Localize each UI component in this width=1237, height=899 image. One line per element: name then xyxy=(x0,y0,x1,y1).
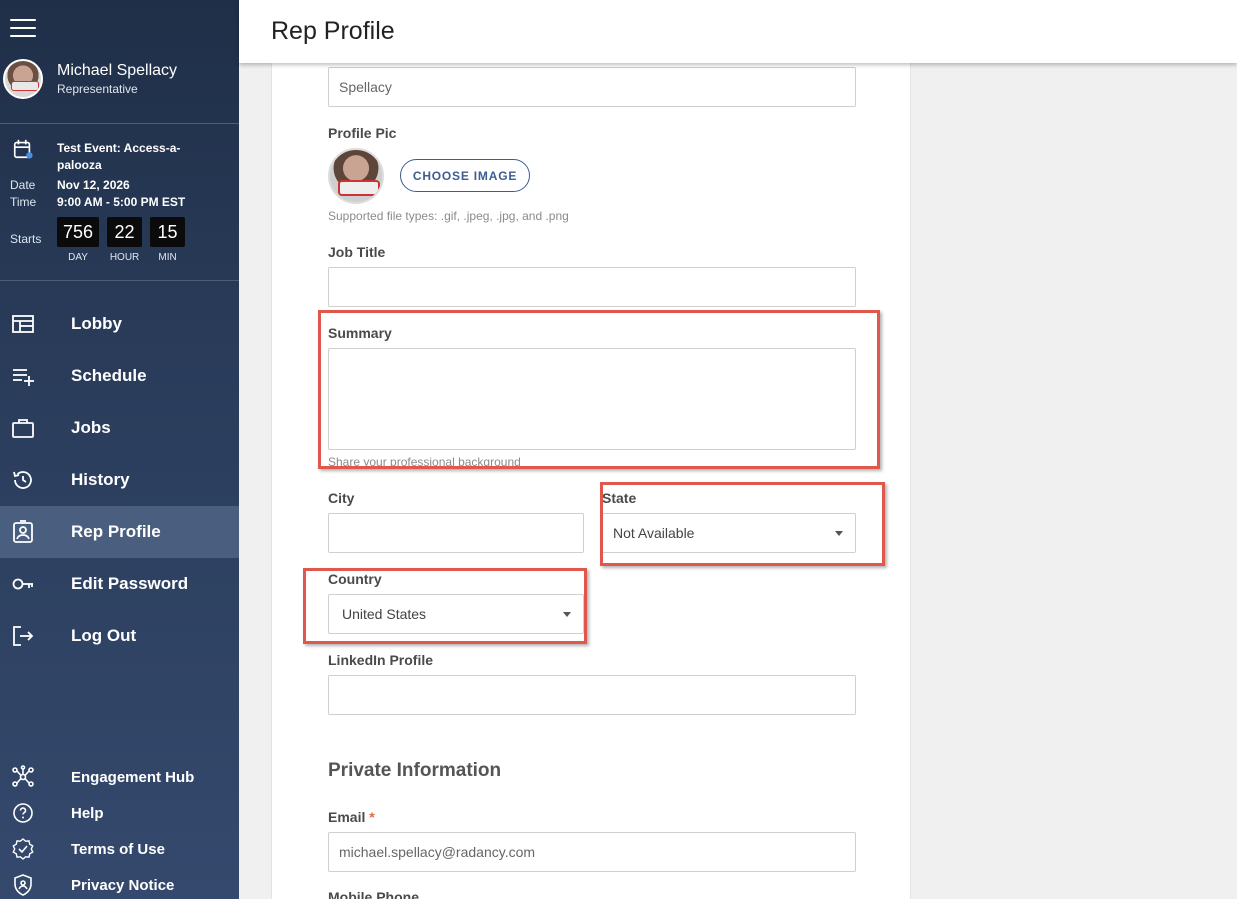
nav-label: Log Out xyxy=(71,626,137,645)
country-select[interactable]: United States xyxy=(328,594,584,634)
hub-icon xyxy=(12,765,34,787)
help-icon xyxy=(13,803,33,823)
state-select[interactable]: Not Available xyxy=(602,513,856,553)
nav-label: History xyxy=(71,470,130,489)
summary-label: Summary xyxy=(328,325,392,341)
email-label-text: Email xyxy=(328,809,366,825)
city-field[interactable] xyxy=(328,513,584,553)
email-label: Email * xyxy=(328,809,375,825)
countdown-minutes: 15 xyxy=(150,217,186,247)
nav-item-edit-password[interactable]: Edit Password xyxy=(0,558,239,610)
state-value: Not Available xyxy=(613,525,695,541)
bottom-nav: Engagement Hub Help Terms of Use Privacy… xyxy=(0,759,239,899)
linkedin-label: LinkedIn Profile xyxy=(328,652,434,668)
state-label: State xyxy=(602,490,637,506)
city-label: City xyxy=(328,490,355,506)
user-name: Michael Spellacy xyxy=(57,62,178,79)
nav-item-schedule[interactable]: Schedule xyxy=(0,350,239,402)
menu-icon[interactable] xyxy=(10,19,36,39)
country-label: Country xyxy=(328,571,382,587)
nav-item-log-out[interactable]: Log Out xyxy=(0,610,239,662)
sidebar: Michael Spellacy Representative Test Eve… xyxy=(0,0,239,899)
countdown: 756 DAY 22 HOUR 15 MIN xyxy=(57,217,186,263)
nav-item-engagement-hub[interactable]: Engagement Hub xyxy=(0,759,239,795)
summary-textarea[interactable] xyxy=(328,348,856,450)
nav-label: Engagement Hub xyxy=(71,768,195,786)
lobby-icon xyxy=(12,315,34,333)
countdown-hours-label: HOUR xyxy=(109,252,140,263)
briefcase-icon xyxy=(12,419,34,438)
nav-label: Jobs xyxy=(71,418,111,437)
user-info: Michael Spellacy Representative xyxy=(3,59,177,99)
countdown-hours: 22 xyxy=(107,217,143,247)
page-title: Rep Profile xyxy=(271,17,395,45)
nav-item-history[interactable]: History xyxy=(0,454,239,506)
country-value: United States xyxy=(342,606,427,622)
profile-pic-label: Profile Pic xyxy=(328,125,397,141)
nav-label: Terms of Use xyxy=(71,840,165,858)
nav-label: Rep Profile xyxy=(71,522,161,541)
linkedin-field[interactable] xyxy=(328,675,856,715)
divider xyxy=(0,280,239,281)
mobile-phone-label: Mobile Phone xyxy=(328,889,419,899)
profile-pic-avatar xyxy=(328,148,384,204)
nav-item-lobby[interactable]: Lobby xyxy=(0,298,239,350)
countdown-days-label: DAY xyxy=(68,252,88,263)
history-icon xyxy=(13,471,32,489)
countdown-days: 756 xyxy=(57,217,100,247)
nav-item-help[interactable]: Help xyxy=(0,795,239,831)
date-label: Date xyxy=(10,178,36,192)
nav-label: Edit Password xyxy=(71,574,189,593)
nav-label: Schedule xyxy=(71,366,147,385)
starts-label: Starts xyxy=(10,232,42,246)
avatar xyxy=(3,59,43,99)
required-marker: * xyxy=(369,809,375,825)
last-name-field[interactable]: Spellacy xyxy=(328,67,856,107)
countdown-minutes-label: MIN xyxy=(158,252,177,263)
nav-item-rep-profile[interactable]: Rep Profile xyxy=(0,506,239,558)
terms-icon xyxy=(12,838,34,860)
private-info-heading: Private Information xyxy=(328,760,502,781)
file-types-hint: Supported file types: .gif, .jpeg, .jpg,… xyxy=(328,209,569,223)
time-value: 9:00 AM - 5:00 PM EST xyxy=(57,195,186,209)
main-nav: Lobby Schedule Jobs History Rep Profile … xyxy=(0,298,239,662)
nav-item-terms-of-use[interactable]: Terms of Use xyxy=(0,831,239,867)
job-title-label: Job Title xyxy=(328,244,386,260)
summary-hint: Share your professional background xyxy=(328,455,521,469)
key-icon xyxy=(12,578,33,590)
divider xyxy=(0,123,239,124)
nav-item-privacy-notice[interactable]: Privacy Notice xyxy=(0,867,239,899)
nav-label: Help xyxy=(71,804,104,822)
date-value: Nov 12, 2026 xyxy=(57,178,130,192)
top-header: Rep Profile xyxy=(239,0,1237,63)
logout-icon xyxy=(13,626,34,646)
nav-item-jobs[interactable]: Jobs xyxy=(0,402,239,454)
time-label: Time xyxy=(10,195,37,209)
profile-icon xyxy=(13,520,33,543)
choose-image-button[interactable]: CHOOSE IMAGE xyxy=(400,159,530,192)
profile-form: Spellacy Profile Pic CHOOSE IMAGE Suppor… xyxy=(271,63,911,899)
chevron-down-icon xyxy=(563,612,571,617)
email-field[interactable]: michael.spellacy@radancy.com xyxy=(328,832,856,872)
nav-label: Privacy Notice xyxy=(71,876,175,894)
chevron-down-icon xyxy=(835,531,843,536)
job-title-field[interactable] xyxy=(328,267,856,307)
schedule-icon xyxy=(13,369,34,386)
calendar-icon xyxy=(13,139,33,159)
privacy-icon xyxy=(14,874,32,896)
user-role: Representative xyxy=(57,82,138,96)
nav-label: Lobby xyxy=(71,314,122,333)
event-title: Test Event: Access-a-palooza xyxy=(57,141,181,172)
